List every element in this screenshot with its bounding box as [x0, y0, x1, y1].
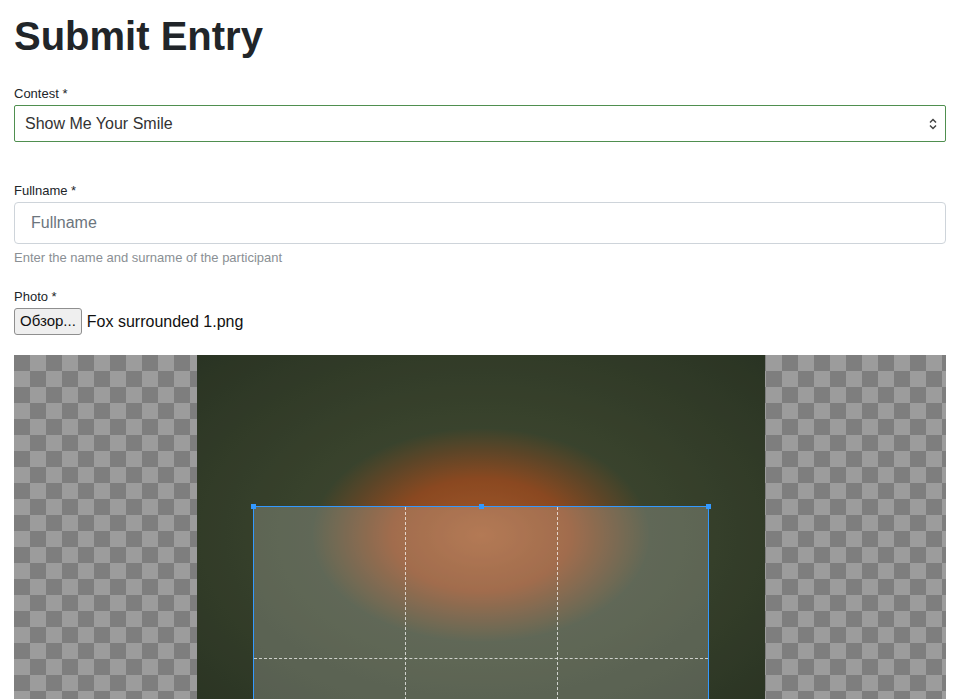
- fullname-help: Enter the name and surname of the partic…: [14, 250, 946, 266]
- contest-label: Contest *: [14, 86, 946, 102]
- crop-guide: [254, 658, 708, 659]
- fullname-input[interactable]: [14, 202, 946, 244]
- fullname-label: Fullname *: [14, 183, 946, 199]
- photo-file-input[interactable]: Обзор... Fox surrounded 1.png: [14, 308, 946, 335]
- crop-handle[interactable]: [706, 504, 711, 509]
- crop-guide: [557, 507, 558, 699]
- contest-select[interactable]: Show Me Your Smile: [14, 105, 946, 142]
- page-title: Submit Entry: [14, 12, 946, 60]
- crop-handle[interactable]: [479, 504, 484, 509]
- image-cropper[interactable]: [14, 355, 946, 699]
- photo-label: Photo *: [14, 289, 946, 305]
- crop-handle[interactable]: [251, 504, 256, 509]
- crop-box[interactable]: [253, 506, 709, 699]
- browse-button[interactable]: Обзор...: [14, 308, 82, 335]
- dropdown-arrows-icon: [929, 118, 937, 130]
- crop-guide: [405, 507, 406, 699]
- contest-value: Show Me Your Smile: [25, 112, 173, 136]
- submit-entry-form: Submit Entry Contest * Show Me Your Smil…: [0, 0, 960, 699]
- file-name: Fox surrounded 1.png: [87, 310, 244, 334]
